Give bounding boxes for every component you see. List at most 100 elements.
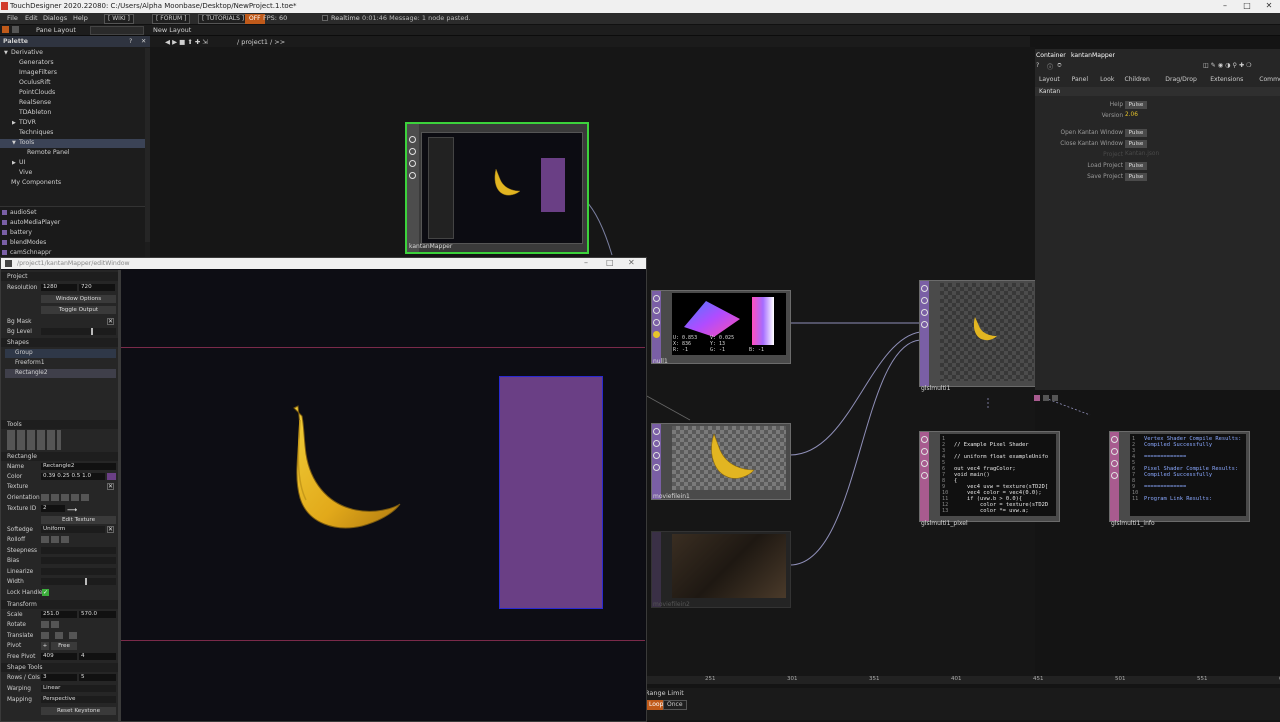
bypass-icon[interactable]: [653, 319, 660, 326]
param-toolbar-icons[interactable]: ◫✎◉◑⚲✚❍: [1203, 62, 1254, 69]
texture-id-field[interactable]: 2: [41, 505, 65, 512]
cols-field[interactable]: 5: [79, 674, 116, 681]
arrow-right-icon[interactable]: ⟶: [67, 506, 77, 514]
color-swatch[interactable]: [107, 473, 116, 480]
rectangle2-shape[interactable]: [499, 376, 603, 609]
resolution-width[interactable]: 1280: [41, 284, 77, 291]
shape-row-freeform[interactable]: Freeform1: [5, 359, 116, 368]
cook-icon[interactable]: [409, 148, 416, 155]
edit-texture-button[interactable]: Edit Texture: [41, 516, 116, 524]
param-tab[interactable]: Drag/Drop: [1165, 76, 1197, 83]
slider-handle[interactable]: [91, 328, 93, 335]
softedge-select[interactable]: Uniform: [41, 526, 105, 533]
bg-level-slider[interactable]: [41, 328, 116, 335]
edit-viewport[interactable]: [121, 270, 645, 720]
once-button[interactable]: Once: [663, 700, 687, 710]
texture-toggle[interactable]: ✕: [107, 483, 114, 490]
close-button[interactable]: ✕: [628, 258, 635, 267]
linearize-slider[interactable]: [41, 568, 116, 575]
scale-y-field[interactable]: 570.0: [79, 611, 116, 618]
param-value[interactable]: Kantan.json: [1125, 151, 1185, 157]
viewer-icon[interactable]: [921, 285, 928, 292]
pulse-button[interactable]: Pulse: [1125, 173, 1147, 181]
param-op-name[interactable]: kantanMapper: [1071, 52, 1115, 59]
viewer-icon[interactable]: [653, 428, 660, 435]
node-connector[interactable]: [1043, 395, 1049, 401]
param-tab[interactable]: Look: [1100, 76, 1114, 83]
lock-handles-checkbox[interactable]: ✓: [42, 589, 49, 596]
bypass-icon[interactable]: [921, 460, 928, 467]
bypass-icon[interactable]: [921, 309, 928, 316]
mapping-select[interactable]: Perspective: [41, 696, 116, 703]
viewer-icon[interactable]: [921, 436, 928, 443]
viewer-icon[interactable]: [653, 295, 660, 302]
bias-slider[interactable]: [41, 557, 116, 564]
lock-icon[interactable]: [653, 464, 660, 471]
cook-icon[interactable]: [653, 307, 660, 314]
translate-buttons[interactable]: [41, 632, 81, 639]
panel-splitter[interactable]: [118, 270, 121, 721]
free-pivot-y[interactable]: 4: [79, 653, 116, 660]
window-options-button[interactable]: Window Options: [41, 295, 116, 303]
softedge-toggle[interactable]: ✕: [107, 526, 114, 533]
node-connector[interactable]: [1034, 395, 1040, 401]
pivot-add-button[interactable]: +: [41, 642, 49, 650]
node-glsl-pixel[interactable]: 1 2// Example Pixel Shader 3 4// uniform fl…: [919, 431, 1060, 527]
node-moviefilein2[interactable]: moviefilein2: [651, 531, 791, 608]
reset-keystone-button[interactable]: Reset Keystone: [41, 707, 116, 715]
node-glsl-info[interactable]: 1 Vertex Shader Compile Results: 2 Compiled…: [1109, 431, 1250, 527]
resolution-height[interactable]: 720: [79, 284, 115, 291]
bypass-icon[interactable]: [653, 452, 660, 459]
pulse-button[interactable]: Pulse: [1125, 101, 1147, 109]
name-field[interactable]: Rectangle2: [41, 463, 116, 470]
pivot-free-button[interactable]: Free: [51, 642, 77, 650]
pulse-button[interactable]: Pulse: [1125, 162, 1147, 170]
timeline-ruler[interactable]: 251301351401451501551600: [645, 676, 1280, 684]
cook-icon[interactable]: [921, 297, 928, 304]
pulse-button[interactable]: Pulse: [1125, 140, 1147, 148]
viewer-icon[interactable]: [409, 136, 416, 143]
lock-icon[interactable]: [653, 331, 660, 338]
param-tab[interactable]: Children: [1125, 76, 1150, 83]
rows-field[interactable]: 3: [41, 674, 77, 681]
shape-row-rectangle[interactable]: Rectangle2: [5, 369, 116, 378]
width-slider[interactable]: [41, 578, 116, 585]
cook-icon[interactable]: [653, 440, 660, 447]
node-null1[interactable]: U: 0.853 V: 0.025 X: 836 Y: 13 R: -1 G: …: [651, 290, 791, 365]
scale-x-field[interactable]: 251.0: [41, 611, 77, 618]
settings-icon[interactable]: ⎊: [1057, 62, 1062, 70]
rolloff-buttons[interactable]: [41, 536, 71, 543]
cook-icon[interactable]: [921, 448, 928, 455]
viewer-icon[interactable]: [1111, 436, 1118, 443]
warping-select[interactable]: Linear: [41, 685, 116, 692]
pulse-button[interactable]: Pulse: [1125, 129, 1147, 137]
node-moviefilein1[interactable]: moviefilein1: [651, 423, 791, 500]
param-page-kantan[interactable]: Kantan: [1039, 88, 1060, 95]
color-field[interactable]: 0.39 0.25 0.5 1.0: [41, 473, 105, 480]
bypass-icon[interactable]: [409, 160, 416, 167]
info-icon[interactable]: ⓘ: [1047, 62, 1053, 71]
toggle-output-button[interactable]: Toggle Output: [41, 306, 116, 314]
slider-handle[interactable]: [85, 578, 87, 585]
orientation-buttons[interactable]: [41, 494, 91, 501]
minimize-button[interactable]: –: [584, 258, 588, 267]
param-tab[interactable]: Panel: [1072, 76, 1088, 83]
param-tab[interactable]: Extensions: [1210, 76, 1243, 83]
free-pivot-x[interactable]: 409: [41, 653, 77, 660]
help-icon[interactable]: ?: [1036, 62, 1039, 69]
shape-row-group[interactable]: Group: [5, 349, 116, 358]
lock-icon[interactable]: [921, 321, 928, 328]
node-connector[interactable]: [1052, 395, 1058, 401]
param-tab[interactable]: Common: [1259, 76, 1280, 83]
steepness-slider[interactable]: [41, 547, 116, 554]
rotate-buttons[interactable]: [41, 621, 59, 628]
bg-mask-toggle[interactable]: ✕: [107, 318, 114, 325]
bypass-icon[interactable]: [1111, 460, 1118, 467]
lock-icon[interactable]: [1111, 472, 1118, 479]
param-tab[interactable]: Layout: [1039, 76, 1060, 83]
tool-icons[interactable]: [7, 430, 61, 450]
maximize-button[interactable]: □: [606, 258, 614, 267]
lock-icon[interactable]: [921, 472, 928, 479]
node-glslmulti1[interactable]: glslmulti1: [919, 280, 1037, 392]
lock-icon[interactable]: [409, 172, 416, 179]
